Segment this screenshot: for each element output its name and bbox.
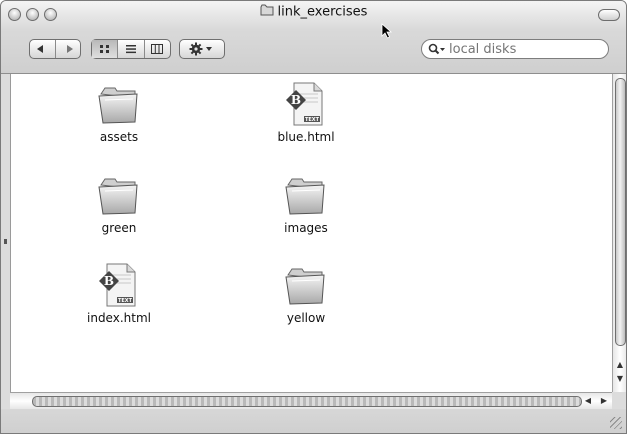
folder-icon (285, 178, 325, 215)
folder-icon (285, 268, 325, 305)
action-menu-button[interactable] (179, 39, 225, 59)
doc-badge: TEXT (305, 117, 320, 123)
horizontal-scrollbar[interactable]: ◀ ▶ (10, 392, 612, 409)
file-item-blue-html[interactable]: B TEXT blue.html (251, 80, 361, 144)
forward-arrow-icon (66, 45, 73, 53)
column-view-icon (151, 44, 164, 54)
folder-icon (260, 4, 274, 20)
file-browser-content: assets B TEXT blue.html green images B T… (10, 74, 613, 392)
finder-window: link_exercises local disks assets B TEXT… (0, 0, 627, 434)
search-field[interactable] (421, 39, 609, 59)
file-name: images (284, 221, 328, 235)
doc-letter: B (104, 274, 114, 288)
folder-icon (98, 87, 138, 124)
forward-button[interactable] (54, 40, 81, 58)
vertical-scrollbar[interactable]: ▲ ▼ (612, 74, 626, 392)
search-input[interactable] (449, 41, 599, 57)
file-name: index.html (87, 311, 151, 325)
scroll-down-arrow-icon[interactable]: ▼ (613, 372, 626, 386)
vertical-scroll-arrows: ▲ ▼ (613, 358, 626, 392)
list-view-icon (125, 45, 136, 54)
file-item-assets[interactable]: assets (64, 80, 174, 144)
window-title-bar: link_exercises (1, 4, 626, 20)
file-item-green[interactable]: green (64, 171, 174, 235)
back-button[interactable] (30, 40, 55, 58)
horizontal-scroll-thumb[interactable] (32, 396, 582, 407)
back-forward-buttons (29, 39, 81, 59)
toolbar-toggle-button[interactable] (598, 9, 620, 21)
back-arrow-icon (37, 45, 44, 53)
scroll-right-arrow-icon[interactable]: ▶ (596, 393, 612, 409)
file-item-images[interactable]: images (251, 171, 361, 235)
mouse-pointer-icon (381, 23, 393, 39)
doc-letter: B (291, 93, 301, 107)
window-chrome: link_exercises (1, 1, 626, 74)
gear-icon (189, 42, 212, 56)
window-bottom-bar (1, 409, 626, 433)
file-name: blue.html (277, 130, 335, 144)
icon-view-icon (99, 45, 109, 53)
window-edge-marker (4, 239, 7, 244)
icon-view-button[interactable] (92, 40, 118, 58)
column-view-button[interactable] (143, 40, 170, 58)
bbedit-document-icon: B TEXT (286, 82, 323, 126)
bbedit-document-icon: B TEXT (99, 263, 136, 307)
file-name: assets (99, 130, 139, 144)
vertical-scroll-thumb[interactable] (615, 78, 626, 346)
window-title: link_exercises (277, 4, 368, 20)
file-item-index-html[interactable]: B TEXT index.html (64, 261, 174, 325)
view-buttons (91, 39, 171, 59)
horizontal-scroll-arrows: ◀ ▶ (580, 393, 612, 409)
scroll-left-arrow-icon[interactable]: ◀ (580, 393, 596, 409)
resize-grip-icon[interactable] (610, 417, 622, 429)
scroll-up-arrow-icon[interactable]: ▲ (613, 358, 626, 372)
list-view-button[interactable] (117, 40, 143, 58)
folder-icon (98, 178, 138, 215)
search-icon (428, 43, 445, 55)
doc-badge: TEXT (118, 298, 133, 304)
file-name: green (101, 221, 137, 235)
file-item-yellow[interactable]: yellow (251, 261, 361, 325)
file-name: yellow (286, 311, 326, 325)
